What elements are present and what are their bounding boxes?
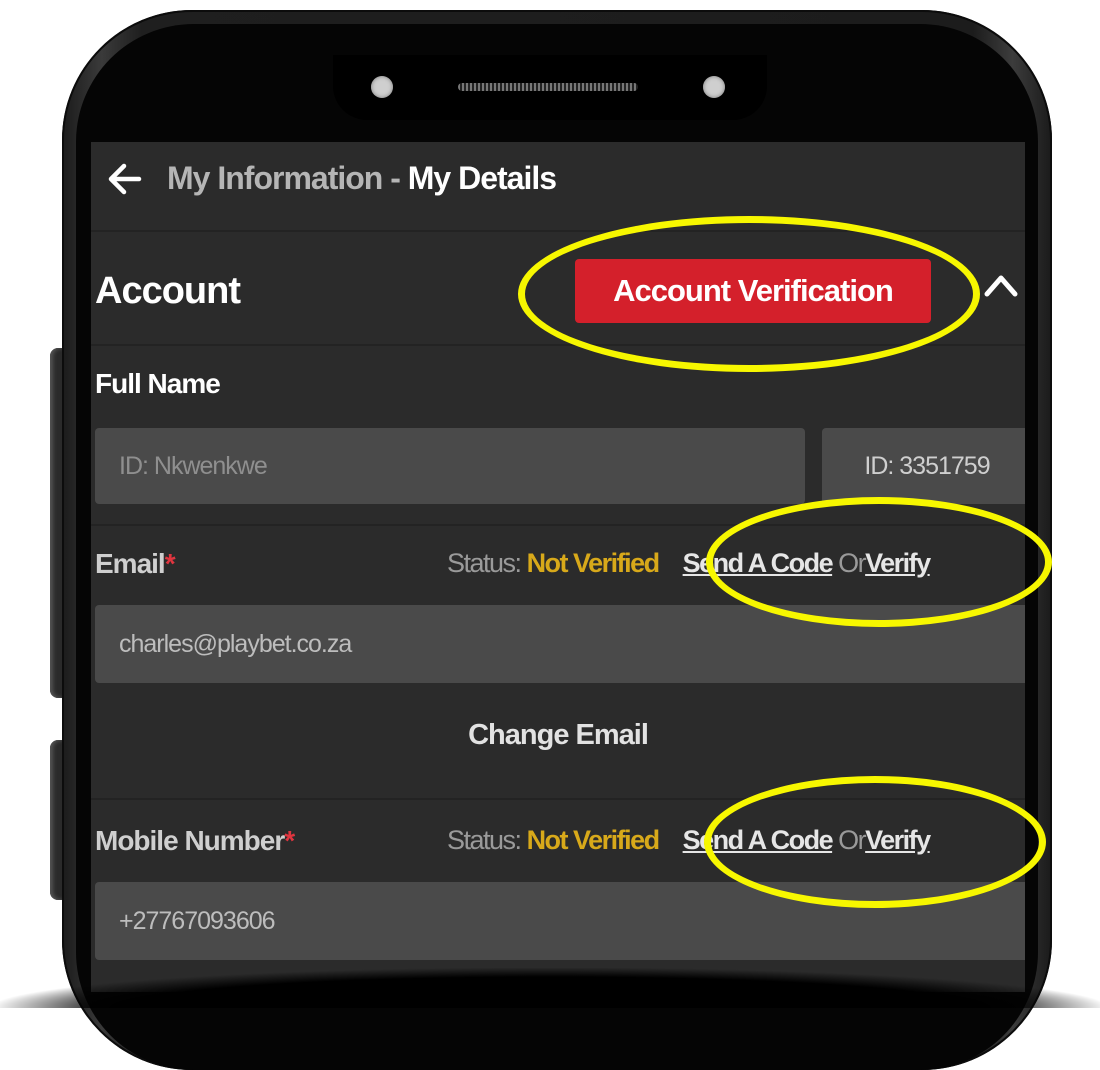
account-verification-button[interactable]: Account Verification [575, 259, 931, 323]
status-label: Status: [447, 548, 522, 578]
change-email-button[interactable]: Change Email [91, 719, 1025, 752]
mobile-status-line: Status: Not Verified Send A Code OrVerif… [447, 825, 931, 856]
required-mark: * [284, 825, 295, 856]
top-bar: My Information - My Details [91, 142, 1025, 232]
divider [91, 524, 1025, 526]
camera-icon [371, 76, 393, 98]
page-title: My Details [407, 160, 557, 196]
chevron-up-icon[interactable] [983, 270, 1019, 300]
breadcrumb-parent[interactable]: My Information [167, 160, 383, 196]
speaker-grille [458, 83, 638, 91]
mobile-number-field[interactable]: +27767093606 [95, 882, 1025, 960]
arrow-left-icon[interactable] [107, 162, 143, 196]
section-title: Account [95, 270, 241, 312]
email-send-code-link[interactable]: Send A Code [683, 548, 834, 578]
sensor-icon [703, 76, 725, 98]
full-name-field: ID: Nkwenkwe [95, 428, 805, 504]
mobile-status-value: Not Verified [526, 825, 661, 855]
divider [91, 798, 1025, 800]
email-status-line: Status: Not Verified Send A Code OrVerif… [447, 548, 931, 579]
user-id-field: ID: 3351759 [822, 428, 1025, 504]
account-section-header: Account Account Verification [91, 232, 1025, 346]
status-label: Status: [447, 825, 522, 855]
breadcrumb-separator: - [382, 160, 408, 196]
email-label: Email* [95, 548, 176, 580]
required-mark: * [164, 548, 176, 579]
email-status-value: Not Verified [526, 548, 661, 578]
or-text: Or [838, 825, 867, 855]
mobile-label-text: Mobile Number [95, 825, 285, 856]
breadcrumb: My Information - My Details [167, 160, 557, 197]
full-name-label: Full Name [95, 368, 221, 399]
mobile-send-code-link[interactable]: Send A Code [683, 825, 834, 855]
phone-notch [333, 55, 767, 120]
mobile-label: Mobile Number* [95, 825, 295, 857]
app-screen: My Information - My Details Account Acco… [91, 142, 1025, 992]
or-text: Or [838, 548, 867, 578]
email-field[interactable]: charles@playbet.co.za [95, 605, 1025, 683]
email-verify-link[interactable]: Verify [865, 548, 931, 578]
phone-bottom-shadow [0, 968, 1100, 1008]
email-label-text: Email [95, 548, 166, 579]
mobile-verify-link[interactable]: Verify [865, 825, 931, 855]
